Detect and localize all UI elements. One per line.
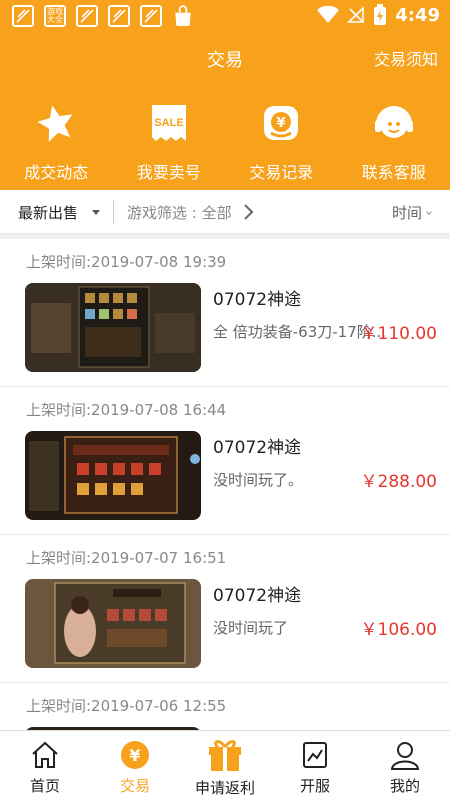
clock: 4:49 — [395, 4, 440, 26]
listing-thumbnail — [25, 579, 201, 668]
listing-price: ￥288.00 — [360, 472, 437, 492]
sale-icon: SALE — [146, 100, 192, 146]
listing-title: 07072神途 — [213, 586, 302, 606]
tab-label: 交易 — [119, 777, 150, 795]
game-filter[interactable]: 游戏筛选 : 全部 — [127, 202, 232, 223]
feather-icon — [12, 5, 34, 27]
divider — [113, 200, 114, 224]
yen-coin-icon: ¥ — [121, 741, 149, 769]
battery-charging-icon — [374, 4, 387, 25]
listing-time: 上架时间:2019-07-08 19:39 — [26, 253, 227, 271]
feather-icon — [76, 5, 98, 27]
caret-down-icon — [92, 210, 100, 215]
quick-action-deals[interactable]: 成交动态 — [0, 100, 113, 190]
tab-mine[interactable]: 我的 — [360, 731, 450, 799]
chart-icon — [303, 742, 327, 768]
svg-text:¥: ¥ — [277, 116, 286, 131]
time-sort[interactable]: 时间 — [392, 202, 422, 223]
listing-title: 07072神途 — [213, 438, 302, 458]
tab-home[interactable]: 首页 — [0, 731, 90, 799]
gift-icon — [209, 740, 241, 771]
listing-item[interactable]: 上架时间:2019-07-07 16:51 07072神途 没时间玩了 ￥106… — [0, 535, 450, 683]
tab-label: 我的 — [389, 777, 420, 795]
svg-text:¥: ¥ — [129, 746, 140, 765]
system-status: 4:49 — [317, 4, 440, 26]
listing-thumbnail — [25, 283, 201, 372]
tab-server-open[interactable]: 开服 — [270, 731, 360, 799]
bottom-tab-bar: 首页 ¥ 交易 申请返利 开服 我的 — [0, 730, 450, 799]
listing-price: ￥106.00 — [360, 620, 437, 640]
filter-bar: 最新出售 游戏筛选 : 全部 时间 — [0, 190, 450, 234]
tab-label: 首页 — [29, 777, 60, 795]
listing-list: 上架时间:2019-07-08 19:39 07072神途 全 倍功装备-63刀… — [0, 239, 450, 799]
home-icon — [32, 741, 58, 768]
listing-time: 上架时间:2019-07-08 16:44 — [26, 401, 227, 419]
chevron-down-icon — [426, 211, 432, 216]
quick-actions: 成交动态 SALE 我要卖号 ¥ 交易记录 联系客服 — [0, 100, 450, 190]
listing-item[interactable]: 上架时间:2019-07-08 16:44 07072神途 没时间玩了。 ￥28… — [0, 387, 450, 535]
listing-title: 07072神途 — [213, 290, 302, 310]
nav-bar: 交易 交易须知 — [0, 38, 450, 78]
user-icon — [390, 742, 420, 770]
tab-label: 申请返利 — [194, 779, 255, 797]
quick-action-support[interactable]: 联系客服 — [338, 100, 450, 190]
svg-text:SALE: SALE — [154, 117, 183, 129]
headset-icon — [371, 100, 417, 146]
wifi-icon — [317, 6, 340, 23]
star-icon — [33, 100, 79, 146]
header: 游戏 大全 4:49 交易 交易须知 成交动态 SALE 我要卖号 ¥ 交易记录… — [0, 0, 450, 190]
feather-icon — [140, 5, 162, 27]
notification-icons: 游戏 大全 — [12, 5, 194, 27]
listing-price: ￥110.00 — [360, 324, 437, 344]
listing-thumbnail — [25, 431, 201, 520]
listing-item[interactable]: 上架时间:2019-07-08 19:39 07072神途 全 倍功装备-63刀… — [0, 239, 450, 387]
quick-action-records[interactable]: ¥ 交易记录 — [225, 100, 338, 190]
bag-icon — [172, 5, 194, 27]
trade-notice-link[interactable]: 交易须知 — [374, 46, 438, 70]
quick-action-label: 成交动态 — [24, 163, 89, 182]
listing-time: 上架时间:2019-07-06 12:55 — [26, 697, 227, 715]
tab-label: 开服 — [299, 777, 330, 795]
game-box-icon: 游戏 大全 — [44, 5, 66, 27]
quick-action-label: 联系客服 — [361, 163, 426, 182]
listing-time: 上架时间:2019-07-07 16:51 — [26, 549, 227, 567]
no-signal-icon — [347, 6, 365, 23]
tab-trade[interactable]: ¥ 交易 — [90, 731, 180, 799]
sort-dropdown[interactable]: 最新出售 — [18, 202, 78, 223]
status-bar: 游戏 大全 4:49 — [0, 0, 450, 32]
chevron-right-icon — [244, 204, 254, 220]
quick-action-sell[interactable]: SALE 我要卖号 — [113, 100, 226, 190]
quick-action-label: 我要卖号 — [136, 163, 201, 182]
feather-icon — [108, 5, 130, 27]
tab-rebate[interactable]: 申请返利 — [180, 731, 270, 799]
quick-action-label: 交易记录 — [249, 163, 314, 182]
yen-icon: ¥ — [258, 100, 304, 146]
